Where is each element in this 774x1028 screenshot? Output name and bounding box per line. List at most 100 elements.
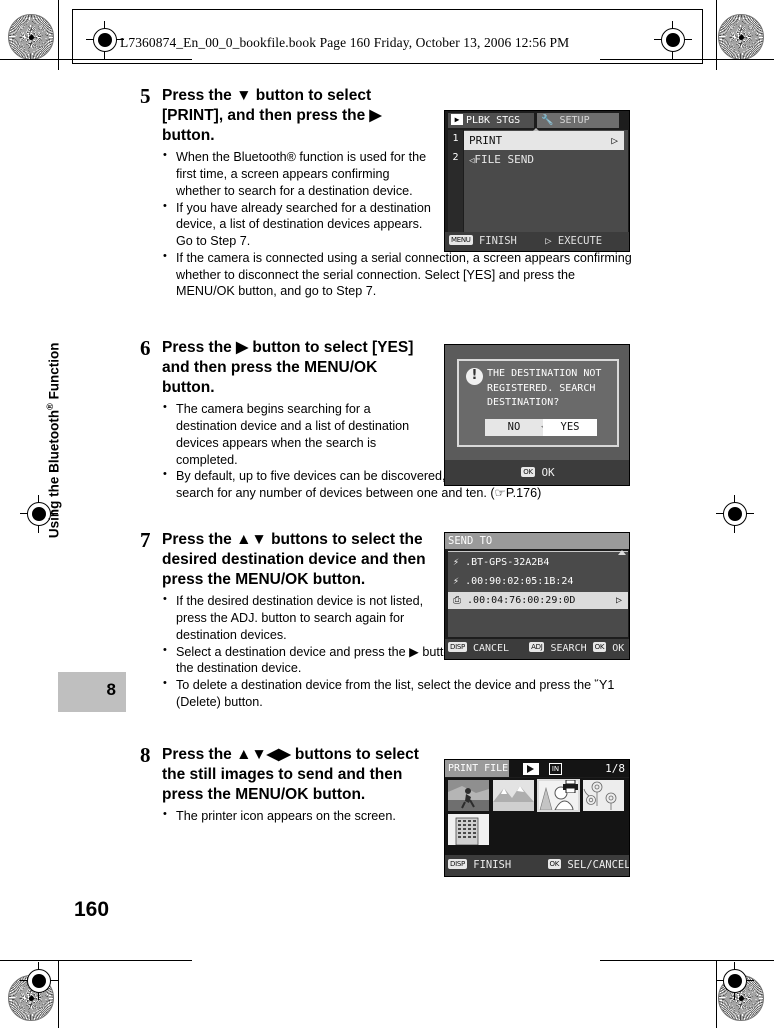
image-counter: 1/8 — [605, 762, 625, 775]
note: The camera begins searching for a destin… — [162, 400, 432, 468]
menu-page-index-1: 1 — [452, 133, 459, 144]
thumbnail-portrait-selected[interactable] — [537, 779, 580, 812]
step-7-number: 7 — [140, 528, 151, 552]
internal-memory-icon: IN — [549, 763, 562, 775]
print-file-header: PRINT FILE IN 1/8 — [445, 760, 629, 777]
adj-key-icon: ADJ — [529, 642, 545, 652]
step-6-heading: Press the ▶ button to select [YES] and t… — [162, 339, 414, 397]
wrench-icon: 🔧 — [541, 115, 554, 126]
list-item-selected[interactable]: ⎙ .00:04:76:00:29:0D ▷ — [448, 592, 628, 609]
footer-finish-label: FINISH — [473, 859, 512, 871]
tab-setup[interactable]: 🔧 SETUP — [537, 113, 619, 128]
thumbnail-runner[interactable] — [448, 780, 489, 811]
note: The printer icon appears on the screen. — [162, 807, 432, 825]
send-to-title: SEND TO — [445, 533, 629, 549]
camera-screen-search-confirm: ! THE DESTINATION NOT REGISTERED. SEARCH… — [444, 344, 630, 486]
crop-line-bottom — [0, 960, 192, 961]
scroll-up-indicator-icon — [618, 550, 626, 555]
note: If you have already searched for a desti… — [162, 199, 432, 250]
dialog-footer-label: OK — [541, 466, 555, 479]
thumbnail-mountains[interactable] — [493, 780, 534, 811]
print-calibration-target-top-right — [718, 14, 764, 60]
printer-badge-icon — [563, 780, 578, 793]
dialog-message: THE DESTINATION NOT REGISTERED. SEARCH D… — [487, 368, 602, 408]
print-file-footer: DISP FINISH OK SEL/CANCEL — [445, 855, 630, 876]
step-6: 6 Press the ▶ button to select [YES] and… — [0, 338, 774, 530]
header-rule-left — [72, 9, 73, 64]
menu-key-icon: MENU — [449, 235, 473, 245]
menu-page-column — [448, 130, 463, 234]
menu-item-file-send[interactable]: ◁FILE SEND — [464, 150, 624, 169]
step-8-heading: Press the ▲▼◀▶ buttons to select the sti… — [162, 746, 419, 804]
step-7-heading: Press the ▲▼ buttons to select the desir… — [162, 530, 442, 590]
playback-mode-icon — [523, 763, 539, 775]
thumbnail-building[interactable] — [448, 814, 489, 845]
list-item[interactable]: ⚡ .BT-GPS-32A2B4 — [448, 554, 628, 571]
list-item-label: .00:90:02:05:1B:24 — [465, 576, 574, 587]
step-5-number: 5 — [140, 84, 151, 108]
menu-page-index-2: 2 — [452, 152, 459, 163]
crop-line-top-right — [600, 59, 774, 60]
step-8: 8 Press the ▲▼◀▶ buttons to select the s… — [0, 743, 774, 877]
camera-screen-send-to: SEND TO ⚡ .BT-GPS-32A2B4 ⚡ .00:90:02:05:… — [444, 532, 630, 660]
menu-item-file-send-label: FILE SEND — [474, 153, 535, 166]
note: If the camera is connected using a seria… — [162, 249, 632, 300]
disp-key-icon: DISP — [448, 642, 467, 652]
printer-device-icon: ⎙ — [453, 595, 461, 606]
menu-item-print-label: PRINT — [469, 134, 503, 147]
bluetooth-device-icon: ⚡ — [453, 557, 460, 568]
ok-key-icon: OK — [592, 642, 607, 652]
print-calibration-target-top-left — [8, 14, 54, 60]
ok-key-icon: OK — [547, 859, 562, 869]
note: To delete a destination device from the … — [162, 676, 632, 710]
warning-icon: ! — [466, 368, 483, 385]
dialog-footer: OK OK — [445, 460, 629, 485]
dialog-no-button[interactable]: NO — [485, 419, 543, 436]
chevron-right-icon: ▷ — [611, 134, 618, 147]
footer-ok-label: OK — [612, 643, 625, 654]
header-rule-right — [702, 9, 703, 64]
dialog-yes-button[interactable]: YES — [543, 419, 597, 436]
tab-playback-settings-label: PLBK STGS — [466, 115, 521, 126]
send-to-footer: DISP CANCEL ADJ SEARCH OK OK — [445, 639, 629, 659]
step-7-heading-text: Press the ▲▼ buttons to select the desir… — [162, 531, 426, 589]
footer-sel-cancel-label: SEL/CANCEL — [567, 859, 630, 871]
camera-screen-playback-settings: ▶ PLBK STGS 🔧 SETUP 1 2 PRINT ▷ ◁FILE SEN… — [444, 110, 630, 252]
dialog-button-group: NO ◁ YES — [485, 419, 597, 436]
playback-icon: ▶ — [451, 114, 463, 125]
bluetooth-device-icon: ⚡ — [453, 576, 460, 587]
list-item[interactable]: ⚡ .00:90:02:05:1B:24 — [448, 573, 628, 590]
step-5: 5 Press the ▼ button to select [PRINT], … — [0, 86, 774, 338]
chevron-right-icon: ▷ — [615, 595, 622, 606]
registration-mark-bottom-right — [716, 962, 754, 1000]
step-8-number: 8 — [140, 743, 151, 767]
registration-mark-top-right — [654, 21, 692, 59]
page-number: 160 — [74, 898, 110, 921]
footer-cancel-label: CANCEL — [472, 643, 510, 654]
footer-execute-label: EXECUTE — [557, 235, 603, 247]
crop-line-top — [0, 59, 192, 60]
camera-screen-print-file: PRINT FILE IN 1/8 DISP FINISH OK SEL/CAN… — [444, 759, 630, 877]
header-rule-top — [72, 9, 702, 10]
crop-line-bottom-right — [600, 960, 774, 961]
header-rule-bottom — [72, 63, 702, 64]
tab-setup-label: SETUP — [559, 115, 590, 126]
note: When the Bluetooth® function is used for… — [162, 148, 432, 199]
note: If the desired destination device is not… — [162, 592, 432, 643]
page-content: 5 Press the ▼ button to select [PRINT], … — [0, 86, 774, 877]
book-file-header: L7360874_En_00_0_bookfile.book Page 160 … — [120, 35, 570, 50]
menu-tab-bar: ▶ PLBK STGS 🔧 SETUP — [445, 111, 629, 129]
thumbnail-flowers[interactable] — [583, 780, 624, 811]
destination-device-list: ⚡ .BT-GPS-32A2B4 ⚡ .00:90:02:05:1B:24 ⎙ … — [448, 551, 628, 637]
step-7: 7 Press the ▲▼ buttons to select the des… — [0, 530, 774, 745]
execute-arrow-icon: ▷ — [545, 235, 552, 247]
footer-search-label: SEARCH — [550, 643, 587, 654]
menu-footer: MENU FINISH ▷ EXECUTE — [445, 232, 629, 251]
step-6-number: 6 — [140, 336, 151, 360]
registration-mark-top-left — [86, 21, 124, 59]
crop-line-right-bottom — [716, 960, 717, 1028]
tab-playback-settings[interactable]: ▶ PLBK STGS — [448, 113, 534, 128]
dialog-box: ! THE DESTINATION NOT REGISTERED. SEARCH… — [457, 359, 619, 447]
menu-item-print[interactable]: PRINT ▷ — [464, 131, 624, 150]
registration-mark-bottom-left — [20, 962, 58, 1000]
